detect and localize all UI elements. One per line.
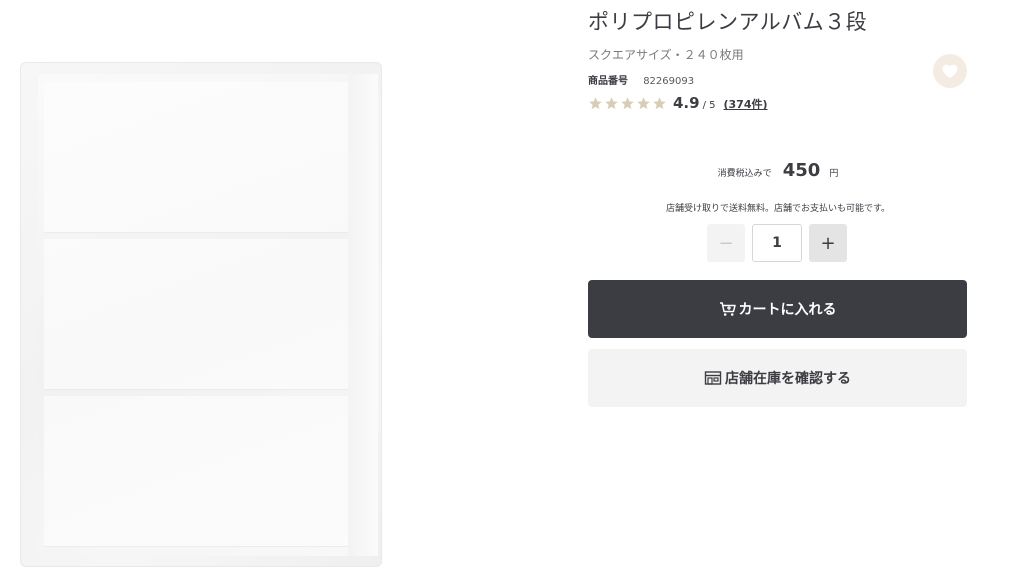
product-code-label: 商品番号 [588,76,628,87]
album-spine [348,74,378,556]
review-count-link[interactable]: (374件) [724,96,768,112]
minus-icon: − [718,232,734,254]
product-code-value: 82269093 [643,76,695,87]
check-store-stock-label: 店舗在庫を確認する [725,371,851,387]
plus-icon: + [820,232,836,254]
star-icon [637,96,650,109]
product-image[interactable] [20,62,382,567]
quantity-increase-button[interactable]: + [809,224,847,262]
add-to-cart-button[interactable]: カートに入れる [588,280,967,338]
album-illustration [38,74,378,556]
album-sleeve [44,239,372,390]
product-code: 商品番号 82269093 [588,72,694,87]
add-to-cart-label: カートに入れる [738,302,837,318]
price-value: 450 [782,160,821,181]
product-page: ポリプロピレンアルバム３段 スクエアサイズ・２４０枚用 商品番号 8226909… [0,0,1024,581]
check-store-stock-button[interactable]: 店舗在庫を確認する [588,349,967,407]
star-icon [589,96,602,109]
rating-score: 4.9 [673,94,700,112]
quantity-decrease-button[interactable]: − [707,224,745,262]
rating: 4.9 / 5 (374件) [588,94,768,112]
star-icon [605,96,618,109]
price-unit: 円 [829,169,839,179]
shipping-note: 店舗受け取りで送料無料。店舗でお支払いも可能です。 [665,204,891,214]
rating-max: / 5 [702,100,716,111]
price: 消費税込みで 450 円 [588,160,968,181]
store-icon [704,370,722,386]
favorite-button[interactable] [933,54,967,88]
star-icon [621,96,634,109]
star-icon [653,96,666,109]
album-sleeve [44,82,372,233]
album-sleeve [44,396,372,547]
product-title: ポリプロピレンアルバム３段 [588,10,868,34]
quantity-input[interactable] [752,224,802,262]
quantity-stepper: − + [707,224,847,262]
rating-stars [588,96,667,111]
heart-icon [942,64,958,78]
product-subtitle: スクエアサイズ・２４０枚用 [588,48,744,62]
cart-icon [719,301,737,317]
price-prefix: 消費税込みで [717,169,772,179]
